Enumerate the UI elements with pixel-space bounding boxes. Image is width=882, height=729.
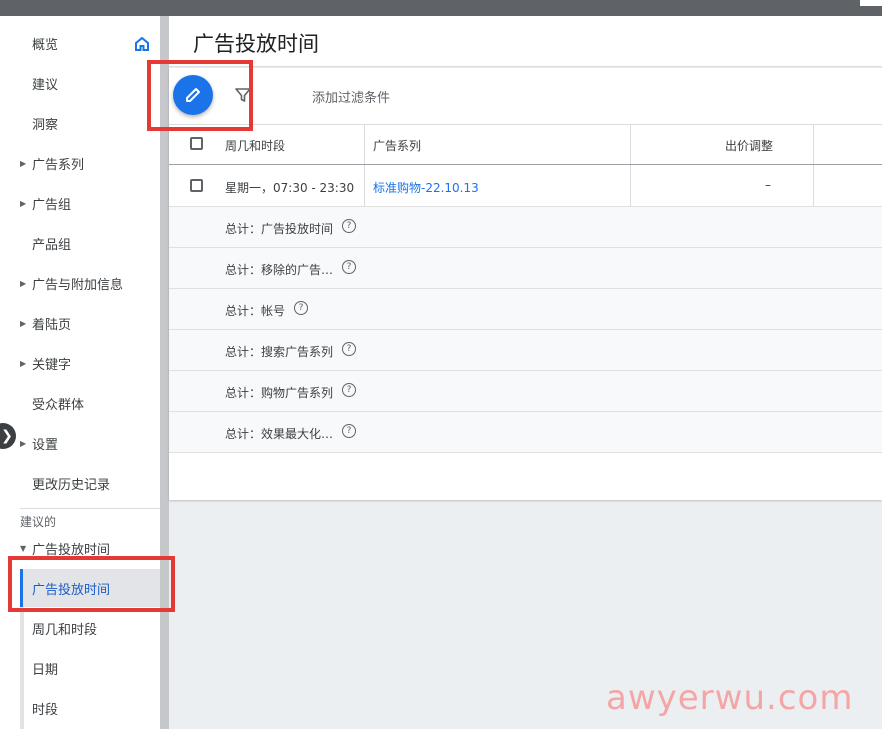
caret-down-icon: ▼ [20,543,27,553]
sidebar-item-overview[interactable]: 概览 [0,23,160,63]
caret-right-icon: ▶ [20,198,27,208]
highlight-box-edit [147,60,253,131]
total-label: 总计：购物广告系列 [225,386,334,400]
chevron-right-icon: ❯ [1,428,13,444]
caret-right-icon: ▶ [20,158,27,168]
sidebar-item-campaigns[interactable]: ▶ 广告系列 [0,143,160,183]
subnav-item-time-of-day[interactable]: 时段 [0,688,160,728]
total-label: 总计：广告投放时间 [225,222,334,236]
column-header-campaign[interactable]: 广告系列 [373,137,421,154]
top-bar-corner [860,0,882,6]
caret-right-icon: ▶ [20,278,27,288]
sidebar-item-ads-extensions[interactable]: ▶ 广告与附加信息 [0,263,160,303]
caret-right-icon: ▶ [20,358,27,368]
caret-right-icon: ▶ [20,318,27,328]
sidebar-item-audiences[interactable]: 受众群体 [0,383,160,423]
sidebar-item-keywords[interactable]: ▶ 关键字 [0,343,160,383]
sidebar-item-label: 广告与附加信息 [32,277,124,293]
sidebar-item-label: 广告投放时间 [32,542,111,558]
subnav-item-label: 时段 [32,702,59,718]
sidebar-item-label: 建议 [32,77,59,93]
sidebar-item-label: 概览 [32,37,59,53]
sidebar-item-label: 关键字 [32,357,72,373]
total-label: 总计：效果最大化… [225,427,334,441]
table-header-row: 周几和时段 广告系列 出价调整 [169,124,882,165]
total-label: 总计：帐号 [225,304,286,318]
sidebar-item-ad-groups[interactable]: ▶ 广告组 [0,183,160,223]
sidebar-separator [20,508,160,509]
sidebar-item-label: 着陆页 [32,317,72,333]
help-icon[interactable]: ? [342,383,356,397]
help-icon[interactable]: ? [342,342,356,356]
help-icon[interactable]: ? [294,301,308,315]
sidebar-item-label: 广告组 [32,197,72,213]
highlight-box-ad-schedule [8,556,175,612]
subnav-item-label: 周几和时段 [32,622,98,638]
sidebar-item-label: 洞察 [32,117,59,133]
add-filter-button[interactable]: 添加过滤条件 [312,87,390,106]
help-icon[interactable]: ? [342,260,356,274]
total-row: 总计：购物广告系列 ? [169,371,882,412]
total-row: 总计：广告投放时间 ? [169,207,882,248]
page-title: 广告投放时间 [193,32,319,56]
help-icon[interactable]: ? [342,219,356,233]
sidebar-item-landing-pages[interactable]: ▶ 着陆页 [0,303,160,343]
column-header-bid-adjust[interactable]: 出价调整 [725,137,773,154]
top-app-bar [0,0,882,16]
day-time-cell: 星期一，07:30 - 23:30 [225,181,355,195]
table-toolbar: 添加过滤条件 [169,68,882,125]
watermark: awyerwu.com [606,678,854,718]
page-header: 广告投放时间 [169,16,882,67]
total-label: 总计：移除的广告… [225,263,334,277]
sidebar-item-settings[interactable]: ▶ 设置 [0,423,160,463]
help-icon[interactable]: ? [342,424,356,438]
caret-right-icon: ▶ [20,438,27,448]
campaign-link[interactable]: 标准购物-22.10.13 [373,179,479,196]
total-row: 总计：搜索广告系列 ? [169,330,882,371]
select-all-checkbox[interactable] [190,137,203,150]
sidebar-item-label: 设置 [32,437,59,453]
sidebar-item-product-groups[interactable]: 产品组 [0,223,160,263]
sidebar-item-label: 更改历史记录 [32,477,111,493]
total-row: 总计：帐号 ? [169,289,882,330]
sidebar-item-recommendations[interactable]: 建议 [0,63,160,103]
total-row: 总计：效果最大化… ? [169,412,882,453]
home-icon[interactable] [135,37,149,51]
subnav-item-label: 日期 [32,662,59,678]
subnav-item-date[interactable]: 日期 [0,648,160,688]
column-header-day-time[interactable]: 周几和时段 [225,137,285,154]
table-row: 星期一，07:30 - 23:30 标准购物-22.10.13 – [169,165,882,207]
sidebar-item-insights[interactable]: 洞察 [0,103,160,143]
total-row: 总计：移除的广告… ? [169,248,882,289]
sidebar-item-label: 受众群体 [32,397,85,413]
row-checkbox[interactable] [190,179,203,192]
sidebar-item-label: 产品组 [32,237,72,253]
total-label: 总计：搜索广告系列 [225,345,334,359]
sidebar-item-label: 广告系列 [32,157,85,173]
bid-adjust-cell[interactable]: – [765,178,771,192]
table-card: 添加过滤条件 周几和时段 广告系列 出价调整 星期一，07:30 - 23:30… [169,68,882,500]
subnav-item-day-and-time[interactable]: 周几和时段 [0,608,160,648]
sidebar-item-change-history[interactable]: 更改历史记录 [0,463,160,503]
